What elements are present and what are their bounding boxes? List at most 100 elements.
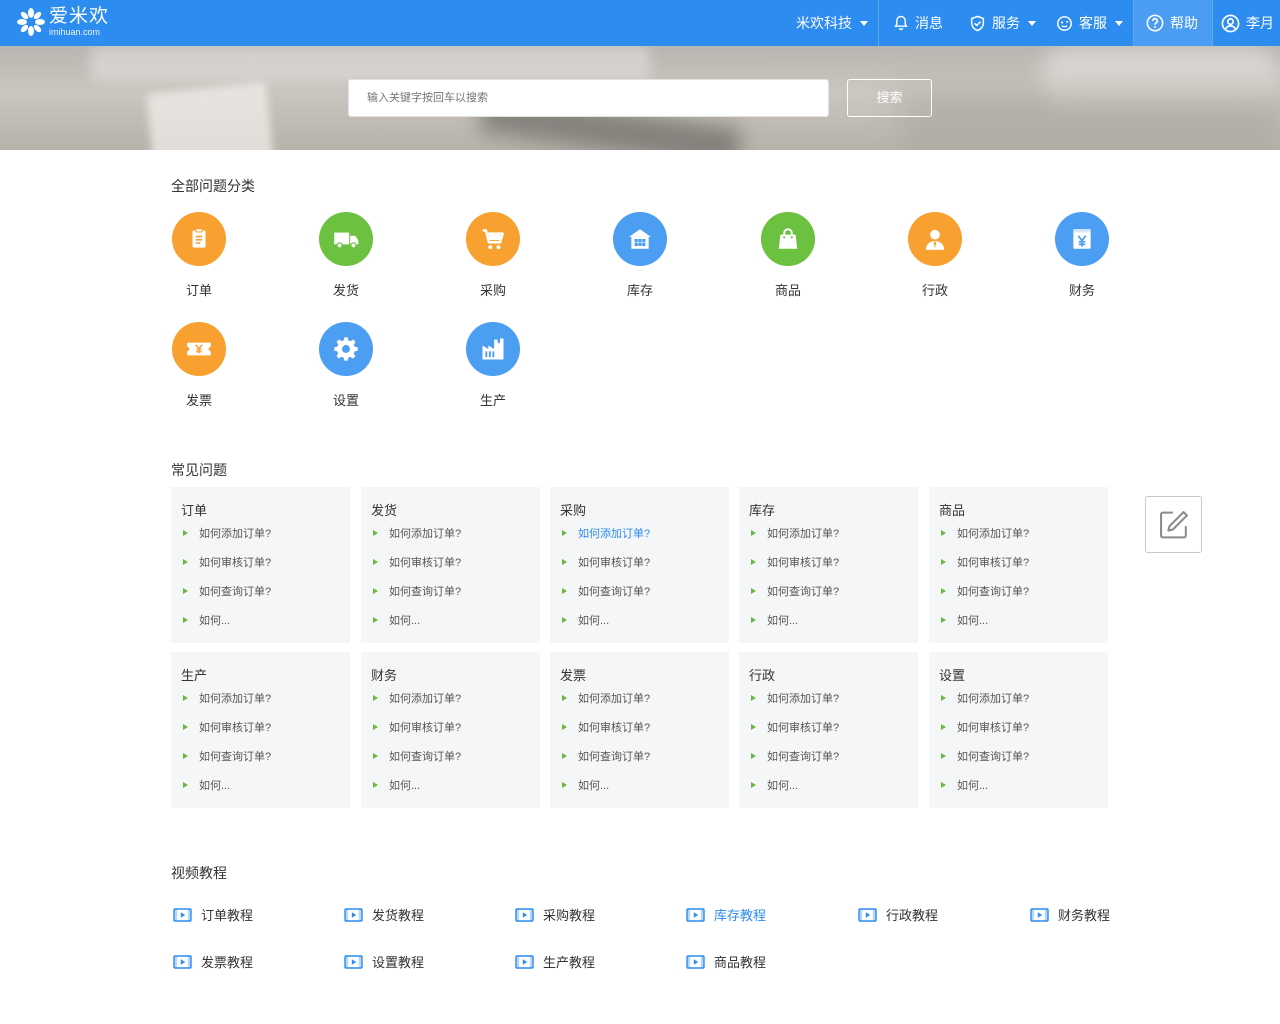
faq-question-link[interactable]: 如何...	[562, 777, 609, 793]
video-tutorial-link[interactable]: 财务教程	[1030, 905, 1110, 924]
faq-question-link[interactable]: 如何审核订单?	[183, 719, 271, 735]
messages-button[interactable]: 消息	[879, 0, 959, 46]
video-tutorial-label: 财务教程	[1058, 908, 1111, 923]
faq-card-title: 设置	[939, 668, 966, 683]
category-finance[interactable]: 财务	[1042, 212, 1122, 299]
help-button[interactable]: 帮助	[1134, 0, 1212, 46]
faq-question-link[interactable]: 如何审核订单?	[183, 554, 271, 570]
faq-question-link[interactable]: 如何添加订单?	[562, 690, 650, 706]
faq-question-link[interactable]: 如何查询订单?	[183, 748, 271, 764]
video-tutorial-link[interactable]: 库存教程	[686, 905, 766, 924]
faq-question-link[interactable]: 如何查询订单?	[751, 583, 839, 599]
bullet-triangle-icon	[562, 559, 567, 565]
faq-question-text: 如何查询订单?	[767, 586, 840, 598]
faq-question-link[interactable]: 如何查询订单?	[941, 583, 1029, 599]
faq-question-link[interactable]: 如何添加订单?	[373, 690, 461, 706]
category-product[interactable]: 商品	[748, 212, 828, 299]
user-menu[interactable]: 李月	[1213, 0, 1280, 46]
faq-question-link[interactable]: 如何审核订单?	[751, 719, 839, 735]
faq-question-link[interactable]: 如何审核订单?	[373, 554, 461, 570]
faq-question-text: 如何...	[389, 780, 421, 792]
category-inventory[interactable]: 库存	[600, 212, 680, 299]
faq-question-link[interactable]: 如何查询订单?	[562, 583, 650, 599]
faq-question-link[interactable]: 如何添加订单?	[751, 690, 839, 706]
faq-card-title: 采购	[560, 503, 587, 518]
video-tutorial-link[interactable]: 生产教程	[515, 952, 595, 971]
video-tutorial-link[interactable]: 采购教程	[515, 905, 595, 924]
faq-card: 发货 如何添加订单? 如何审核订单? 如何查询订单? 如何...	[361, 487, 540, 643]
video-icon	[344, 954, 363, 969]
hero-bg-shape	[146, 81, 274, 150]
video-tutorial-link[interactable]: 发票教程	[173, 952, 253, 971]
faq-card: 订单如何添加订单? 如何审核订单? 如何查询订单? 如何...	[171, 487, 350, 643]
faq-question-link[interactable]: 如何添加订单?	[751, 525, 839, 541]
feedback-edit-button[interactable]	[1145, 496, 1202, 553]
faq-question-link[interactable]: 如何审核订单?	[562, 719, 650, 735]
category-invoice[interactable]: 发票	[159, 322, 239, 409]
faq-question-link[interactable]: 如何...	[373, 777, 420, 793]
faq-question-text: 如何查询订单?	[957, 586, 1030, 598]
company-name: 米欢科技	[796, 15, 852, 31]
faq-question-link[interactable]: 如何审核订单?	[562, 554, 650, 570]
faq-question-link[interactable]: 如何添加订单?	[183, 525, 271, 541]
faq-question-text: 如何查询订单?	[389, 586, 462, 598]
logo-domain: imihuan.com	[49, 27, 101, 37]
faq-question-link[interactable]: 如何查询订单?	[751, 748, 839, 764]
faq-question-link[interactable]: 如何...	[562, 612, 609, 628]
bullet-triangle-icon	[562, 695, 567, 701]
gear-icon	[319, 322, 373, 376]
faq-question-text: 如何...	[957, 615, 989, 627]
bullet-triangle-icon	[941, 588, 946, 594]
faq-question-text: 如何审核订单?	[957, 722, 1030, 734]
video-icon	[173, 907, 192, 922]
video-tutorial-label: 订单教程	[201, 908, 254, 923]
faq-question-link[interactable]: 如何...	[941, 612, 988, 628]
bullet-triangle-icon	[751, 724, 756, 730]
category-purchase[interactable]: 采购	[453, 212, 533, 299]
faq-question-link[interactable]: 如何添加订单?	[941, 690, 1029, 706]
faq-question-text: 如何查询订单?	[578, 751, 651, 763]
faq-question-link[interactable]: 如何...	[751, 777, 798, 793]
video-tutorial-link[interactable]: 订单教程	[173, 905, 253, 924]
faq-question-link[interactable]: 如何审核订单?	[751, 554, 839, 570]
category-order[interactable]: 订单	[159, 212, 239, 299]
faq-card-title: 行政	[749, 668, 776, 683]
faq-card-title: 订单	[181, 503, 208, 518]
faq-question-link[interactable]: 如何...	[183, 612, 230, 628]
video-tutorial-link[interactable]: 设置教程	[344, 952, 424, 971]
faq-question-link[interactable]: 如何...	[183, 777, 230, 793]
logo[interactable]: 爱米欢 imihuan.com	[16, 7, 109, 37]
faq-question-link[interactable]: 如何...	[373, 612, 420, 628]
faq-question-link[interactable]: 如何查询订单?	[941, 748, 1029, 764]
faq-question-link[interactable]: 如何审核订单?	[941, 554, 1029, 570]
video-tutorial-label: 行政教程	[886, 908, 939, 923]
search-input[interactable]	[348, 79, 829, 117]
faq-question-link[interactable]: 如何添加订单?	[183, 690, 271, 706]
bullet-triangle-icon	[751, 753, 756, 759]
bullet-triangle-icon	[183, 588, 188, 594]
search-button[interactable]: 搜索	[847, 79, 932, 117]
video-tutorial-link[interactable]: 行政教程	[858, 905, 938, 924]
faq-question-link[interactable]: 如何...	[751, 612, 798, 628]
category-shipping[interactable]: 发货	[306, 212, 386, 299]
faq-question-link[interactable]: 如何查询订单?	[183, 583, 271, 599]
faq-question-link[interactable]: 如何查询订单?	[562, 748, 650, 764]
support-menu[interactable]: 客服	[1046, 0, 1133, 46]
category-admin[interactable]: 行政	[895, 212, 975, 299]
company-switcher[interactable]: 米欢科技	[786, 0, 878, 46]
category-production[interactable]: 生产	[453, 322, 533, 409]
video-tutorial-link[interactable]: 商品教程	[686, 952, 766, 971]
faq-question-link[interactable]: 如何添加订单?	[373, 525, 461, 541]
faq-question-link[interactable]: 如何查询订单?	[373, 583, 461, 599]
video-tutorial-link[interactable]: 发货教程	[344, 905, 424, 924]
yuan-icon	[1055, 212, 1109, 266]
faq-question-link[interactable]: 如何查询订单?	[373, 748, 461, 764]
faq-question-link[interactable]: 如何审核订单?	[941, 719, 1029, 735]
faq-question-link[interactable]: 如何审核订单?	[373, 719, 461, 735]
faq-question-link[interactable]: 如何...	[941, 777, 988, 793]
video-tutorial-label: 发票教程	[201, 955, 254, 970]
faq-question-link[interactable]: 如何添加订单?	[562, 525, 650, 541]
faq-question-link[interactable]: 如何添加订单?	[941, 525, 1029, 541]
service-menu[interactable]: 服务	[959, 0, 1046, 46]
category-settings[interactable]: 设置	[306, 322, 386, 409]
